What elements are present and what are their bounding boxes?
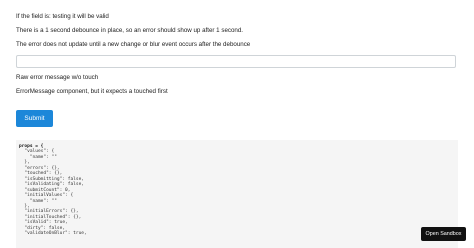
code-line: "validateOnBlur": true, (19, 231, 87, 237)
info-error-update-note: The error does not update until a new ch… (16, 41, 251, 48)
props-debug-output: props = { "values": { "name": "" }, "err… (16, 140, 458, 248)
raw-error-label: Raw error message w/o touch (16, 74, 99, 81)
info-debounce-note: There is a 1 second debounce in place, s… (16, 27, 244, 34)
open-sandbox-button[interactable]: Open Sandbox (421, 227, 466, 241)
error-component-label: ErrorMessage component, but it expects a… (16, 88, 168, 95)
submit-button[interactable]: Submit (16, 110, 53, 127)
name-input[interactable] (17, 62, 455, 74)
name-field[interactable] (16, 55, 456, 74)
info-valid-value: If the field is: testing it will be vali… (16, 13, 109, 20)
